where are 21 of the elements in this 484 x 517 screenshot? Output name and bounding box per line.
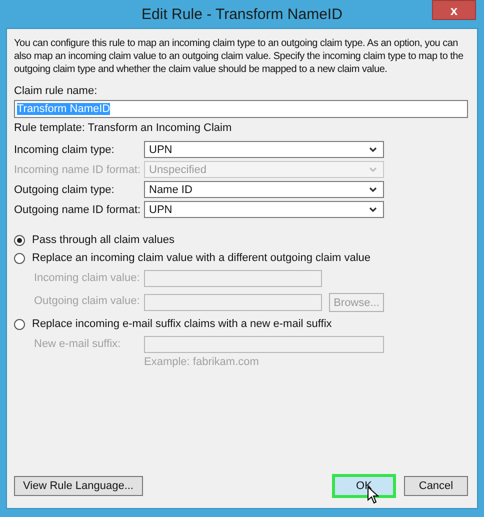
rule-template-text: Rule template: Transform an Incoming Claim <box>14 122 233 134</box>
field-label: Incoming name ID format: <box>14 164 142 176</box>
radio-label[interactable]: Replace an incoming claim value with a different outgoing claim value <box>32 252 371 264</box>
dropdown[interactable]: Name ID <box>144 181 384 198</box>
dropdown[interactable]: UPN <box>144 141 384 158</box>
field-label: Claim rule name: <box>14 85 98 97</box>
field-label: Outgoing name ID format: <box>14 204 142 216</box>
field-label: Incoming claim type: <box>14 144 116 156</box>
window-title: Edit Rule - Transform NameID <box>142 6 342 22</box>
close-button[interactable]: x <box>432 0 476 20</box>
dialog-button[interactable]: Cancel <box>404 476 468 496</box>
field-label: New e-mail suffix: <box>34 337 122 352</box>
radio-label[interactable]: Pass through all claim values <box>32 234 174 246</box>
dialog-button[interactable]: View Rule Language... <box>14 476 142 496</box>
dropdown[interactable]: UPN <box>144 201 384 218</box>
field-label: Outgoing claim type: <box>14 184 116 196</box>
field-label: Outgoing claim value: <box>34 294 141 309</box>
description-text: You can configure this rule to map an incoming claim type to an outgoing claim type. As an option, you can also map an incoming claim value to an outgoing claim value. Specify the incoming claim type to map to the outgoing claim type and whether the claim value should be mapped to a new claim value. <box>14 37 464 76</box>
hint-text: Example: fabrikam.com <box>144 356 260 368</box>
field-label: Incoming claim value: <box>34 271 141 286</box>
radio-label[interactable]: Replace incoming e-mail suffix claims with a new e-mail suffix <box>32 318 332 330</box>
